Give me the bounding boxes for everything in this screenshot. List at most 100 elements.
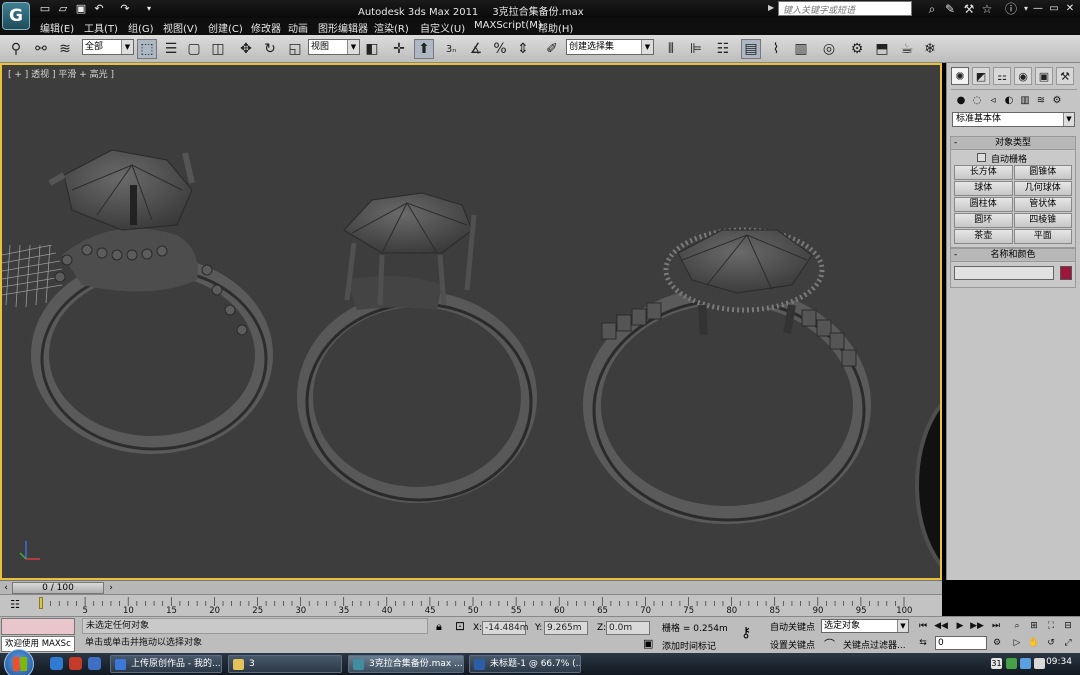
reference-coordinate-dropdown[interactable]: 视图 ▼ (308, 39, 360, 55)
select-by-name-icon[interactable]: ☰ (161, 39, 181, 59)
bind-to-space-warp-icon[interactable]: ≋ (55, 39, 75, 59)
ring-partial[interactable] (915, 385, 940, 578)
previous-key-icon[interactable]: ◀◀ (934, 619, 948, 633)
sphere-button[interactable]: 球体 (954, 181, 1013, 196)
zoom-extents-all-icon[interactable]: ⊟ (1061, 619, 1075, 633)
graphite-modeling-tools-icon[interactable]: ▤ (741, 39, 761, 59)
geometry-icon[interactable]: ● (953, 93, 969, 109)
box-button[interactable]: 长方体 (954, 165, 1013, 180)
render-active-shade-icon[interactable]: ❄ (920, 39, 940, 59)
menu-tools[interactable]: 工具(T) (84, 20, 118, 35)
tube-button[interactable]: 管状体 (1013, 197, 1072, 212)
favorites-star-icon[interactable]: ☆ (979, 1, 995, 17)
create-tab-icon[interactable]: ✺ (951, 67, 969, 85)
ring-center[interactable] (297, 192, 537, 503)
cylinder-button[interactable]: 圆柱体 (954, 197, 1013, 212)
menu-rendering[interactable]: 渲染(R) (374, 20, 409, 35)
zoom-icon[interactable]: ⌕ (1010, 619, 1024, 633)
next-frame-icon[interactable]: › (106, 582, 116, 594)
name-and-color-header[interactable]: - 名称和颜色 (951, 249, 1075, 262)
lock-selection-icon[interactable]: 🔒︎ (436, 620, 442, 634)
torus-button[interactable]: 圆环 (954, 213, 1013, 228)
named-selection-dropdown[interactable]: 创建选择集 ▼ (566, 39, 654, 55)
render-setup-icon[interactable]: ⚙ (847, 39, 867, 59)
layer-manager-icon[interactable]: ☷ (713, 39, 733, 59)
key-mode-toggle-icon[interactable]: ⇆ (916, 636, 930, 650)
current-frame-field[interactable]: 0 (935, 636, 987, 650)
search-expand-icon[interactable]: ▶ (768, 3, 774, 12)
zoom-extents-icon[interactable]: ⛶ (1044, 619, 1058, 633)
systems-icon[interactable]: ⚙ (1049, 93, 1065, 109)
new-file-icon[interactable]: ▭ (38, 2, 52, 15)
open-file-icon[interactable]: ▱ (56, 2, 70, 15)
material-editor-icon[interactable]: ◎ (819, 39, 839, 59)
selection-filter-dropdown[interactable]: 全部 ▼ (82, 39, 134, 55)
menu-edit[interactable]: 编辑(E) (40, 20, 74, 35)
taskbar-item-3dsmax[interactable]: 3克拉合集备份.max ... (348, 655, 464, 673)
zoom-all-icon[interactable]: ⊞ (1027, 619, 1041, 633)
communication-center-icon[interactable]: ✎ (942, 1, 958, 17)
hierarchy-tab-icon[interactable]: ⚏ (993, 67, 1011, 85)
minimize-icon[interactable]: — (1031, 2, 1045, 15)
select-object-icon[interactable]: ⬚ (137, 39, 157, 59)
shapes-icon[interactable]: ◌ (969, 93, 985, 109)
key-selection-dropdown[interactable]: 选定对象 ▼ (821, 619, 909, 633)
angle-snap-icon[interactable]: ∡ (466, 39, 486, 59)
pan-view-icon[interactable]: ✋ (1027, 636, 1041, 650)
space-warps-icon[interactable]: ≋ (1033, 93, 1049, 109)
quick-access-dropdown-icon[interactable]: ▾ (142, 2, 156, 15)
taskbar-item-photoshop[interactable]: 未标题-1 @ 66.7% (... (469, 655, 581, 673)
geosphere-button[interactable]: 几何球体 (1013, 181, 1072, 196)
maxscript-listener-mini[interactable] (1, 618, 75, 635)
menu-group[interactable]: 组(G) (128, 20, 154, 35)
x-coordinate-field[interactable]: -14.484m (482, 621, 529, 635)
add-time-tag[interactable]: 添加时间标记 (662, 639, 716, 652)
menu-graph-editors[interactable]: 图形编辑器 (318, 20, 368, 35)
search-input[interactable]: 键入关键字或短语 (778, 1, 912, 16)
security-tray-icon[interactable] (1006, 658, 1017, 669)
percent-snap-icon[interactable]: % (490, 39, 510, 59)
select-and-move-icon[interactable]: ✥ (236, 39, 256, 59)
ring-right[interactable] (583, 227, 871, 524)
auto-key-button[interactable]: 自动关键点 (770, 620, 815, 633)
cone-button[interactable]: 圆锥体 (1013, 165, 1072, 180)
snaps-toggle-icon[interactable]: 3ₙ (441, 39, 461, 59)
curve-editor-icon[interactable]: ⌇ (766, 39, 786, 59)
object-name-input[interactable] (954, 266, 1054, 280)
ring-models[interactable] (2, 65, 940, 578)
pivot-center-icon[interactable]: ◧ (362, 39, 382, 59)
object-type-header[interactable]: - 对象类型 (951, 137, 1075, 150)
time-slider-thumb[interactable]: 0 / 100 (12, 582, 104, 594)
checkbox-icon[interactable] (977, 153, 986, 162)
render-production-icon[interactable]: ☕ (897, 39, 917, 59)
taskbar-item-folder[interactable]: 3 (228, 655, 342, 673)
binoculars-icon[interactable]: ⌕ (924, 1, 940, 17)
z-coordinate-field[interactable]: 0.0m (606, 621, 650, 635)
track-bar[interactable]: ☷ 5 10 15 20 25 30 35 40 45 50 55 60 65 70 75 80 85 90 95 1… (0, 594, 942, 616)
lights-icon[interactable]: ◃ (985, 93, 1001, 109)
ie-icon[interactable] (50, 657, 63, 670)
next-key-icon[interactable]: ▶▶ (970, 619, 984, 633)
geometry-category-dropdown[interactable]: 标准基本体 ▼ (952, 112, 1075, 127)
mini-curve-editor-icon[interactable]: ☷ (6, 598, 24, 612)
field-of-view-icon[interactable]: ▷ (1010, 636, 1024, 650)
window-crossing-icon[interactable]: ◫ (208, 39, 228, 59)
utilities-tab-icon[interactable]: ⚒ (1056, 67, 1074, 85)
time-slider[interactable]: ‹ 0 / 100 › (0, 580, 942, 594)
application-menu-button[interactable]: G (2, 2, 30, 30)
previous-frame-icon[interactable]: ‹ (1, 582, 11, 594)
default-in-out-tangent-icon[interactable]: ⌒ (824, 636, 835, 652)
object-color-swatch[interactable] (1060, 266, 1073, 280)
schematic-view-icon[interactable]: ▥ (791, 39, 811, 59)
spinner-snap-icon[interactable]: ⇕ (513, 39, 533, 59)
maximize-viewport-icon[interactable]: ⤢ (1061, 636, 1075, 650)
save-icon[interactable]: ▣ (74, 2, 88, 15)
manipulate-icon[interactable]: ✛ (389, 39, 409, 59)
menu-modifiers[interactable]: 修改器 (251, 20, 281, 35)
redo-icon[interactable]: ↷ (118, 2, 132, 15)
plane-button[interactable]: 平面 (1013, 229, 1072, 244)
menu-customize[interactable]: 自定义(U) (420, 20, 465, 35)
restore-icon[interactable]: ▭ (1047, 2, 1061, 15)
volume-tray-icon[interactable] (1034, 658, 1045, 669)
absolute-mode-icon[interactable]: ⊡ (455, 619, 465, 633)
